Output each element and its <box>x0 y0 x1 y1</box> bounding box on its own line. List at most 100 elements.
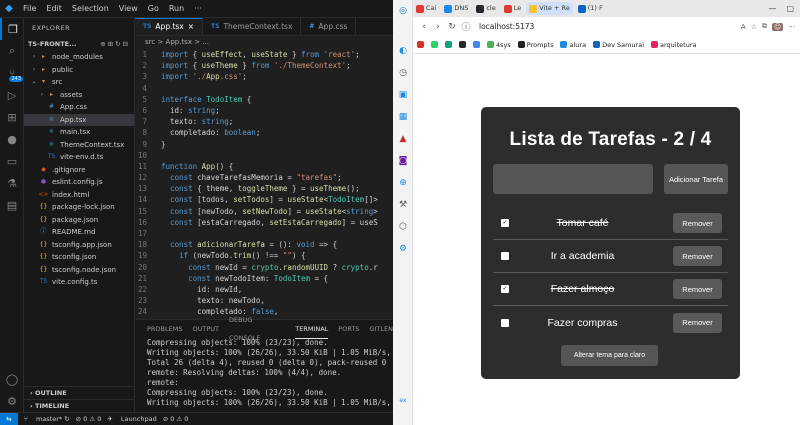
launchpad-status[interactable]: ✈ Launchpad <box>107 415 156 423</box>
favorite-icon[interactable]: ☆ <box>751 23 757 31</box>
file-tree-item[interactable]: ◆ .gitignore <box>24 164 134 177</box>
bookmark-item[interactable]: arquitetura <box>651 41 696 49</box>
explorer-tools-icon[interactable]: ⊕⊞↻⊟ <box>100 38 130 51</box>
file-tree-item[interactable]: # App.css <box>24 101 134 114</box>
file-tree-item[interactable]: ● eslint.config.js <box>24 176 134 189</box>
history-icon[interactable]: ◷ <box>393 62 413 84</box>
task-input[interactable] <box>493 164 653 194</box>
browser-tab[interactable]: Vite + Re <box>526 2 573 15</box>
browser-tab[interactable]: (1) F <box>575 2 606 15</box>
problems-status[interactable]: ⊘ 0 ⚠ 0 <box>163 415 189 423</box>
tab-app-tsx[interactable]: TS App.tsx × <box>135 18 204 36</box>
remote-explorer-icon[interactable]: ▭ <box>0 150 24 172</box>
file-tree-item[interactable]: <> index.html <box>24 189 134 202</box>
collections-icon[interactable]: ▣ <box>393 84 413 106</box>
github-icon[interactable]: ● <box>0 128 24 150</box>
whatsapp-icon[interactable] <box>431 41 438 48</box>
menu-dots-icon[interactable]: ··· <box>788 23 795 31</box>
add-task-button[interactable]: Adicionar Tarefa <box>664 164 728 194</box>
menu-edit[interactable]: Edit <box>41 4 67 13</box>
run-debug-icon[interactable]: ▷ <box>0 84 24 106</box>
settings-gear-icon[interactable]: ⚙ <box>0 390 24 412</box>
browser-tab[interactable]: DNS <box>441 2 471 15</box>
tab-app-css[interactable]: # App.css <box>301 18 357 35</box>
panel-tab[interactable]: TERMINAL <box>295 320 329 339</box>
bookmark-item[interactable]: Prompts <box>517 41 553 49</box>
menu-file[interactable]: File <box>18 4 41 13</box>
sidebar-bottom-icon[interactable]: ex <box>393 389 413 411</box>
copilot-icon[interactable]: ◐ <box>393 40 413 62</box>
panel-tab[interactable]: PORTS <box>338 320 359 338</box>
panel-tab[interactable]: PROBLEMS <box>147 320 182 338</box>
browser-tab[interactable]: cle <box>473 2 498 15</box>
back-icon[interactable]: ‹ <box>417 22 431 32</box>
outlook-icon[interactable]: ▦ <box>393 106 413 128</box>
remove-task-button[interactable]: Remover <box>673 246 722 266</box>
remove-task-button[interactable]: Remover <box>673 312 722 333</box>
minimize-icon[interactable]: — <box>768 4 776 13</box>
sidebar-settings-icon[interactable]: ⚙ <box>393 238 413 260</box>
menu-run[interactable]: Run <box>164 4 189 13</box>
terminal-output[interactable]: Compressing objects: 100% (23/23), done.… <box>135 338 393 408</box>
panel-tab[interactable]: GITLEN <box>369 320 393 338</box>
file-tree-item[interactable]: {} tsconfig.node.json <box>24 264 134 277</box>
extensions-icon[interactable]: ⊞ <box>0 106 24 128</box>
docs-icon[interactable] <box>473 41 480 48</box>
file-tree-item[interactable]: TS vite-env.d.ts <box>24 151 134 164</box>
bookmark-item[interactable]: 4sys <box>487 41 511 49</box>
cube-icon[interactable]: ⬡ <box>393 216 413 238</box>
bookmark-item[interactable]: alura <box>560 41 586 49</box>
file-tree-item[interactable]: › ▸ public <box>24 64 134 77</box>
chatgpt-icon[interactable] <box>445 41 452 48</box>
close-icon[interactable]: × <box>188 18 194 36</box>
gmail-icon[interactable] <box>417 41 424 48</box>
menu-go[interactable]: Go <box>143 4 164 13</box>
file-tree-item[interactable]: ⚛ App.tsx <box>24 113 134 126</box>
outline-section[interactable]: › OUTLINE <box>24 386 134 399</box>
browser-logo-icon[interactable]: ◎ <box>393 0 413 22</box>
sidebar-add-icon[interactable]: ⊕ <box>393 172 413 194</box>
app-icon[interactable]: ▲ <box>393 128 413 150</box>
code-editor[interactable]: 1 import { useEffect, useState } from 're… <box>135 49 393 319</box>
project-header[interactable]: TS-FRONTE... ⊕⊞↻⊟ <box>24 38 134 51</box>
file-tree-item[interactable]: › ▸ assets <box>24 89 134 102</box>
menu-selection[interactable]: Selection <box>67 4 114 13</box>
file-tree-item[interactable]: ⚛ ThemeContext.tsx <box>24 139 134 152</box>
file-tree-item[interactable]: {} tsconfig.app.json <box>24 239 134 252</box>
timeline-section[interactable]: › TIMELINE <box>24 399 134 412</box>
source-control-icon[interactable]: ⑂ 243 <box>0 62 24 84</box>
toggle-theme-button[interactable]: Alterar tema para claro <box>561 345 658 366</box>
profile-icon[interactable]: ☺ <box>772 22 784 31</box>
browser-tab[interactable]: Cai <box>413 2 439 15</box>
github-bookmark-icon[interactable] <box>459 41 466 48</box>
panel-tab[interactable]: OUTPUT <box>192 320 219 338</box>
file-tree-item[interactable]: ⌄ ▾ src <box>24 76 134 89</box>
browser-tab[interactable]: Le <box>501 2 525 15</box>
branch-status[interactable]: ⑂ master* ↻ <box>24 415 70 423</box>
file-tree-item[interactable]: ⚛ main.tsx <box>24 126 134 139</box>
explorer-icon[interactable]: ❐ <box>0 18 24 40</box>
site-info-icon[interactable]: ⓘ <box>459 20 473 33</box>
forward-icon[interactable]: › <box>431 22 445 32</box>
testing-icon[interactable]: ⚗ <box>0 172 24 194</box>
docker-icon[interactable]: ▤ <box>0 194 24 216</box>
tab-themecontext-tsx[interactable]: TS ThemeContext.tsx <box>203 18 302 35</box>
read-aloud-icon[interactable]: A <box>741 23 746 31</box>
file-tree-item[interactable]: {} package.json <box>24 214 134 227</box>
file-tree-item[interactable]: {} package-lock.json <box>24 201 134 214</box>
menu-more[interactable]: ··· <box>189 4 207 13</box>
extensions-icon[interactable]: ⧉ <box>762 22 767 31</box>
menu-view[interactable]: View <box>114 4 143 13</box>
reload-icon[interactable]: ↻ <box>445 22 459 32</box>
remove-task-button[interactable]: Remover <box>673 213 722 233</box>
account-icon[interactable]: ◯ <box>0 368 24 390</box>
maximize-icon[interactable]: ▢ <box>786 4 794 13</box>
file-tree-item[interactable]: TS vite.config.ts <box>24 276 134 289</box>
url-field[interactable]: localhost:5173 <box>479 22 741 31</box>
file-tree-item[interactable]: {} tsconfig.json <box>24 251 134 264</box>
remote-indicator-icon[interactable]: ⇆ <box>0 412 18 425</box>
breadcrumb[interactable]: src > App.tsx > ... <box>135 36 393 49</box>
bookmark-item[interactable]: Dev Samurai <box>593 41 644 49</box>
search-icon[interactable]: ⌕ <box>0 40 24 62</box>
sync-status[interactable]: ⊘ 0 ⚠ 0 <box>76 415 102 423</box>
